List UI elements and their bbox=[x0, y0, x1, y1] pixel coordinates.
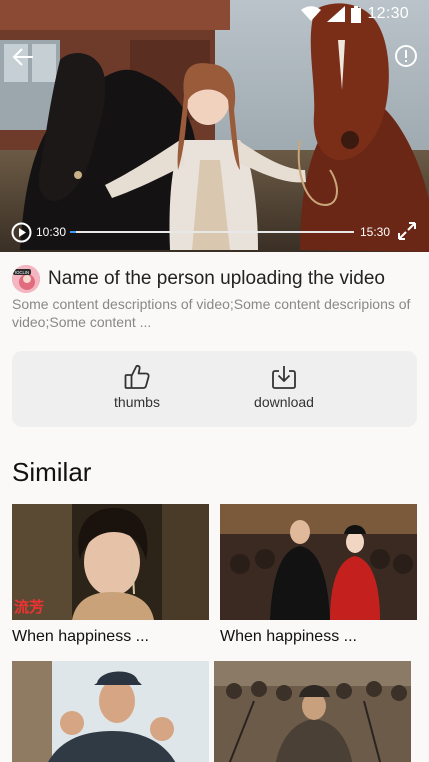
video-detail-screen: 12:30 10:30 15:30 IOCLIN Name of the per… bbox=[0, 0, 429, 762]
total-time: 15:30 bbox=[360, 225, 391, 239]
video-thumbnail bbox=[214, 661, 411, 762]
avatar-badge: IOCLIN bbox=[15, 270, 29, 275]
thumbs-up-icon bbox=[124, 365, 150, 389]
similar-video-card[interactable] bbox=[214, 661, 411, 762]
status-bar: 12:30 bbox=[301, 4, 409, 24]
battery-icon bbox=[351, 5, 362, 23]
thumbs-button[interactable]: thumbs bbox=[82, 363, 192, 410]
similar-video-card[interactable]: When happiness ... bbox=[220, 504, 417, 646]
seek-bar[interactable] bbox=[70, 231, 354, 233]
similar-video-title: When happiness ... bbox=[12, 628, 149, 645]
current-time: 10:30 bbox=[36, 225, 67, 239]
action-bar: thumbs download bbox=[12, 351, 417, 427]
thumbs-label: thumbs bbox=[114, 394, 160, 410]
exclamation-icon bbox=[395, 45, 417, 67]
back-button[interactable] bbox=[8, 42, 38, 72]
download-icon bbox=[272, 366, 296, 389]
download-button[interactable]: download bbox=[229, 363, 339, 410]
uploader-row: IOCLIN Name of the person uploading the … bbox=[12, 264, 417, 294]
section-title: Similar bbox=[12, 457, 92, 487]
report-button[interactable] bbox=[393, 43, 419, 69]
status-time: 12:30 bbox=[367, 5, 409, 22]
video-player[interactable]: 12:30 10:30 15:30 bbox=[0, 0, 429, 252]
video-thumbnail: 流芳 bbox=[12, 504, 209, 620]
thumbnail-image bbox=[12, 661, 209, 762]
download-label: download bbox=[254, 394, 314, 410]
seek-progress bbox=[70, 231, 76, 233]
video-thumbnail bbox=[12, 661, 209, 762]
video-thumbnail bbox=[220, 504, 417, 620]
similar-video-card[interactable] bbox=[12, 661, 209, 762]
video-description: Some content descriptions of video;Some … bbox=[12, 296, 411, 330]
similar-video-card[interactable]: 流芳 When happiness ... bbox=[12, 504, 209, 646]
avatar-image: IOCLIN bbox=[12, 265, 40, 293]
uploader-name[interactable]: Name of the person uploading the video bbox=[48, 268, 385, 290]
thumbnail-image bbox=[214, 661, 411, 762]
play-icon[interactable] bbox=[11, 222, 32, 243]
avatar[interactable]: IOCLIN bbox=[12, 265, 40, 293]
player-controls: 10:30 15:30 bbox=[0, 212, 429, 252]
wifi-icon bbox=[301, 6, 322, 21]
arrow-left-icon bbox=[12, 48, 33, 66]
thumbnail-overlay-text: 流芳 bbox=[14, 598, 45, 616]
thumbnail-image bbox=[220, 504, 417, 620]
signal-icon bbox=[327, 6, 346, 22]
similar-video-title: When happiness ... bbox=[220, 628, 357, 645]
fullscreen-icon[interactable] bbox=[396, 220, 418, 242]
